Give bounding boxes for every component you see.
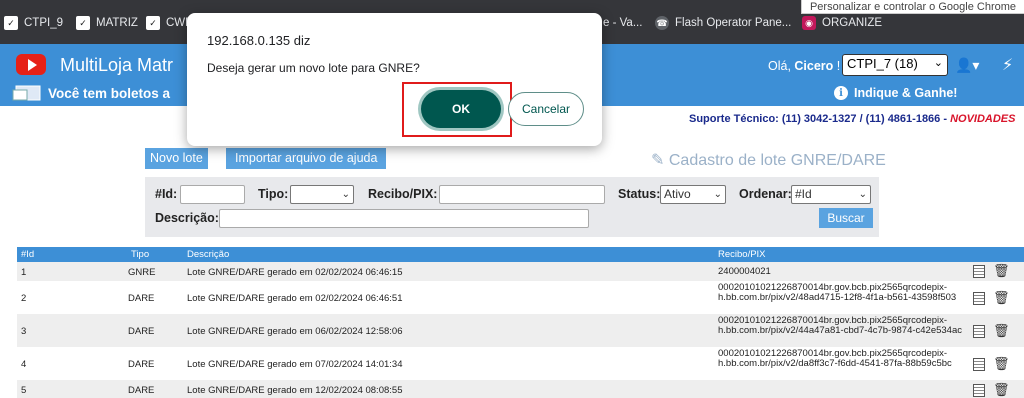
status-select[interactable]: Ativo ⌄	[660, 185, 726, 204]
edit-icon: ✎	[651, 152, 665, 169]
id-input[interactable]	[180, 185, 245, 204]
user-menu-icon[interactable]: 👤▾	[955, 57, 979, 74]
tipo-label: Tipo:	[258, 187, 289, 201]
column-header-id[interactable]: #Id	[21, 249, 34, 260]
recibo-input[interactable]	[439, 185, 605, 204]
table-row[interactable]: 4 DARE Lote GNRE/DARE gerado em 07/02/20…	[17, 347, 1024, 380]
novidades-link[interactable]: NOVIDADES	[950, 113, 1015, 125]
organize-icon: ◉	[802, 16, 816, 30]
table-row[interactable]: 2 DARE Lote GNRE/DARE gerado em 02/02/20…	[17, 281, 1024, 314]
bookmark-cwb[interactable]: ✓ CWB	[146, 14, 193, 32]
view-icon[interactable]	[973, 384, 985, 397]
table-header: #Id Tipo Descrição Recibo/PIX	[17, 247, 1024, 262]
bookmark-va[interactable]: e - Va...	[603, 14, 642, 32]
filter-panel: #Id: Tipo: ⌄ Recibo/PIX: Status: Ativo ⌄…	[145, 177, 879, 237]
novo-lote-button[interactable]: Novo lote	[145, 148, 208, 169]
dialog-message: Deseja gerar um novo lote para GNRE?	[207, 61, 420, 75]
buscar-button[interactable]: Buscar	[819, 208, 873, 228]
id-label: #Id:	[155, 187, 178, 201]
column-header-tipo[interactable]: Tipo	[131, 249, 149, 260]
table-row[interactable]: 5 DARE Lote GNRE/DARE gerado em 12/02/20…	[17, 380, 1024, 398]
bookmark-matriz[interactable]: ✓ MATRIZ	[76, 14, 138, 32]
view-icon[interactable]	[973, 265, 985, 278]
trash-icon[interactable]: 🗑	[993, 382, 1010, 398]
chevron-down-icon: ⌄	[713, 189, 722, 200]
boleto-icon	[12, 85, 41, 101]
view-icon[interactable]	[973, 292, 985, 305]
bolt-icon[interactable]: ⚡	[1002, 55, 1013, 75]
bookmark-ctpi9[interactable]: ✓ CTPI_9	[4, 14, 63, 32]
ok-button[interactable]: OK	[421, 90, 501, 128]
ordenar-label: Ordenar:	[739, 187, 792, 201]
lotes-table: #Id Tipo Descrição Recibo/PIX 1 GNRE Lot…	[17, 247, 1024, 398]
store-select[interactable]: CTPI_7 (18) ⌄	[842, 54, 948, 76]
chevron-down-icon: ⌄	[341, 189, 350, 200]
indique-ganhe-link[interactable]: i Indique & Ganhe!	[834, 86, 957, 100]
ordenar-select[interactable]: #Id ⌄	[791, 185, 871, 204]
descricao-input[interactable]	[219, 209, 589, 228]
trash-icon[interactable]: 🗑	[993, 263, 1010, 279]
support-info: Suporte Técnico: (11) 3042-1327 / (11) 4…	[689, 113, 1016, 125]
table-row[interactable]: 1 GNRE Lote GNRE/DARE gerado em 02/02/20…	[17, 262, 1024, 281]
view-icon[interactable]	[973, 325, 985, 338]
page-title: ✎ Cadastro de lote GNRE/DARE	[651, 152, 886, 169]
bookmark-icon: ✓	[76, 16, 90, 30]
status-label: Status:	[618, 187, 661, 201]
column-header-descricao[interactable]: Descrição	[187, 249, 229, 260]
bookmark-flash-operator[interactable]: ☎ Flash Operator Pane...	[655, 14, 791, 32]
app-title: MultiLoja Matr	[60, 55, 174, 75]
bookmark-icon: ✓	[146, 16, 160, 30]
info-icon: i	[834, 86, 848, 100]
user-name: Cicero	[794, 59, 834, 73]
trash-icon[interactable]: 🗑	[993, 290, 1010, 306]
confirm-dialog: 192.168.0.135 diz Deseja gerar um novo l…	[187, 13, 602, 146]
dialog-title: 192.168.0.135 diz	[207, 33, 311, 48]
bookmark-organize[interactable]: ◉ ORGANIZE	[802, 14, 882, 32]
phone-icon: ☎	[655, 16, 669, 30]
boleto-notice[interactable]: Você tem boletos a	[48, 86, 170, 101]
view-icon[interactable]	[973, 358, 985, 371]
importar-arquivo-button[interactable]: Importar arquivo de ajuda	[226, 148, 387, 169]
chevron-down-icon: ⌄	[858, 189, 867, 200]
cancel-button[interactable]: Cancelar	[508, 92, 584, 126]
bookmark-icon: ✓	[4, 16, 18, 30]
column-header-recibo[interactable]: Recibo/PIX	[718, 249, 766, 260]
table-row[interactable]: 3 DARE Lote GNRE/DARE gerado em 06/02/20…	[17, 314, 1024, 347]
youtube-icon[interactable]	[16, 54, 46, 75]
chrome-tooltip: Personalizar e controlar o Google Chrome	[800, 0, 1024, 14]
trash-icon[interactable]: 🗑	[993, 323, 1010, 339]
chevron-down-icon: ⌄	[933, 57, 943, 69]
trash-icon[interactable]: 🗑	[993, 356, 1010, 372]
tipo-select[interactable]: ⌄	[290, 185, 354, 204]
user-greeting: Olá, Cicero !	[768, 59, 841, 73]
descricao-label: Descrição:	[155, 211, 219, 225]
recibo-label: Recibo/PIX:	[368, 187, 438, 201]
